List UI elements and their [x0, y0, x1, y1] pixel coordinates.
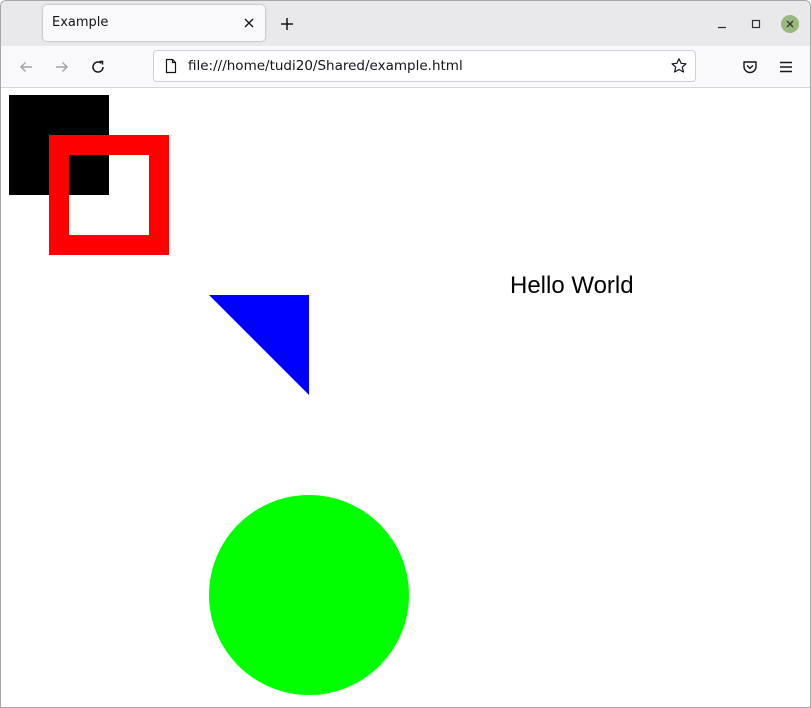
- url-text[interactable]: file:///home/tudi20/Shared/example.html: [188, 58, 463, 74]
- window-close-button[interactable]: [779, 13, 801, 35]
- browser-window: Example file:///home/tudi20/Shared/examp…: [0, 0, 811, 708]
- page-content: Hello World: [1, 88, 810, 707]
- plus-icon[interactable]: [275, 12, 299, 36]
- navigation-toolbar: file:///home/tudi20/Shared/example.html: [1, 46, 810, 88]
- minimize-icon[interactable]: [711, 13, 733, 35]
- close-icon[interactable]: [239, 13, 259, 33]
- hello-world-text: Hello World: [510, 272, 634, 299]
- star-icon[interactable]: [669, 56, 689, 76]
- url-bar[interactable]: file:///home/tudi20/Shared/example.html: [153, 50, 696, 82]
- hamburger-menu-icon[interactable]: [773, 54, 799, 80]
- pocket-icon[interactable]: [737, 54, 763, 80]
- tab-example[interactable]: Example: [43, 5, 265, 41]
- arrow-left-icon[interactable]: [13, 54, 39, 80]
- blue-triangle: [209, 295, 309, 395]
- close-icon: [781, 15, 799, 33]
- page-icon: [163, 58, 179, 74]
- tab-title: Example: [52, 15, 109, 30]
- red-outlined-square: [49, 135, 169, 255]
- arrow-right-icon[interactable]: [49, 54, 75, 80]
- tab-strip: Example: [1, 1, 810, 46]
- maximize-icon[interactable]: [745, 13, 767, 35]
- reload-icon[interactable]: [85, 54, 111, 80]
- green-circle: [209, 495, 409, 695]
